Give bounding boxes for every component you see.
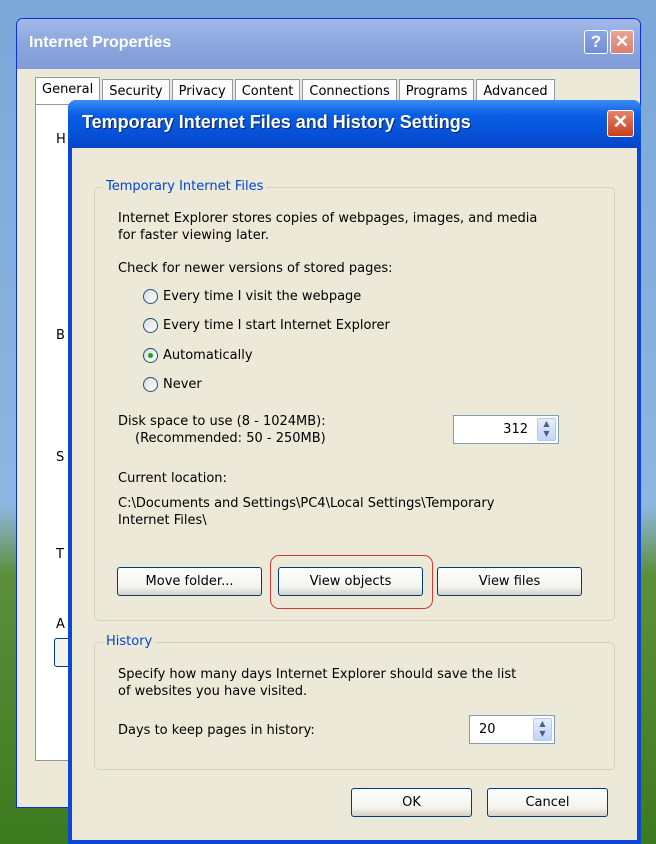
days-to-keep-spinner[interactable]: 20 ▲ ▼ [469,715,555,744]
radio-button[interactable] [143,289,158,304]
radio-button[interactable] [143,377,158,392]
outer-window-title: Internet Properties [29,34,172,51]
temp-files-description-2: for faster viewing later. [118,228,270,243]
view-objects-button[interactable]: View objects [278,567,423,596]
temp-files-group: Temporary Internet Files Internet Explor… [94,179,615,621]
move-folder-button[interactable]: Move folder... [117,567,262,596]
dialog-body: Temporary Internet Files Internet Explor… [72,148,637,840]
outer-title-bar[interactable]: Internet Properties ? ✕ [17,19,640,69]
obscured-heading-s: S [56,450,65,465]
spinner-arrows-icon[interactable]: ▲ ▼ [537,418,556,441]
temp-files-description-1: Internet Explorer stores copies of webpa… [118,211,538,226]
spinner-arrows-icon[interactable]: ▲ ▼ [533,718,552,741]
disk-space-spinner[interactable]: 312 ▲ ▼ [453,415,559,444]
history-group: History Specify how many days Internet E… [94,634,615,770]
days-to-keep-label: Days to keep pages in history: [118,723,315,738]
view-files-button[interactable]: View files [437,567,582,596]
radio-label: Every time I visit the webpage [163,289,362,304]
dialog-close-button[interactable]: ✕ [607,110,634,137]
current-location-path-2: Internet Files\ [118,513,207,528]
dialog-title: Temporary Internet Files and History Set… [82,112,471,132]
days-to-keep-value[interactable]: 20 [479,722,496,737]
current-location-path-1: C:\Documents and Settings\PC4\Local Sett… [118,496,495,511]
outer-close-button[interactable]: ✕ [610,30,634,54]
radio-every-start[interactable]: Every time I start Internet Explorer [143,318,390,333]
history-description-1: Specify how many days Internet Explorer … [118,667,517,682]
check-newer-label: Check for newer versions of stored pages… [118,261,393,276]
temp-files-dialog: Temporary Internet Files and History Set… [68,100,641,844]
radio-label: Every time I start Internet Explorer [163,318,390,333]
obscured-heading-t: T [56,547,64,562]
history-description-2: of websites you have visited. [118,684,308,699]
obscured-heading-a: A [56,617,65,632]
obscured-heading-b: B [56,328,65,343]
radio-never[interactable]: Never [143,377,202,392]
ok-button[interactable]: OK [351,788,472,817]
radio-every-visit[interactable]: Every time I visit the webpage [143,289,361,304]
radio-automatically[interactable]: Automatically [143,348,253,363]
radio-button-selected[interactable] [143,348,158,363]
radio-button[interactable] [143,318,158,333]
temp-files-group-label: Temporary Internet Files [103,179,267,194]
obscured-heading-h: H [56,132,66,147]
dialog-title-bar[interactable]: Temporary Internet Files and History Set… [68,100,641,148]
cancel-button[interactable]: Cancel [487,788,608,817]
current-location-label: Current location: [118,471,227,486]
disk-space-recommended: (Recommended: 50 - 250MB) [135,431,326,446]
help-button[interactable]: ? [584,30,608,54]
radio-label: Never [163,377,202,392]
disk-space-label: Disk space to use (8 - 1024MB): [118,414,326,429]
disk-space-value[interactable]: 312 [503,422,528,437]
history-group-label: History [103,634,156,649]
radio-label: Automatically [163,348,253,363]
